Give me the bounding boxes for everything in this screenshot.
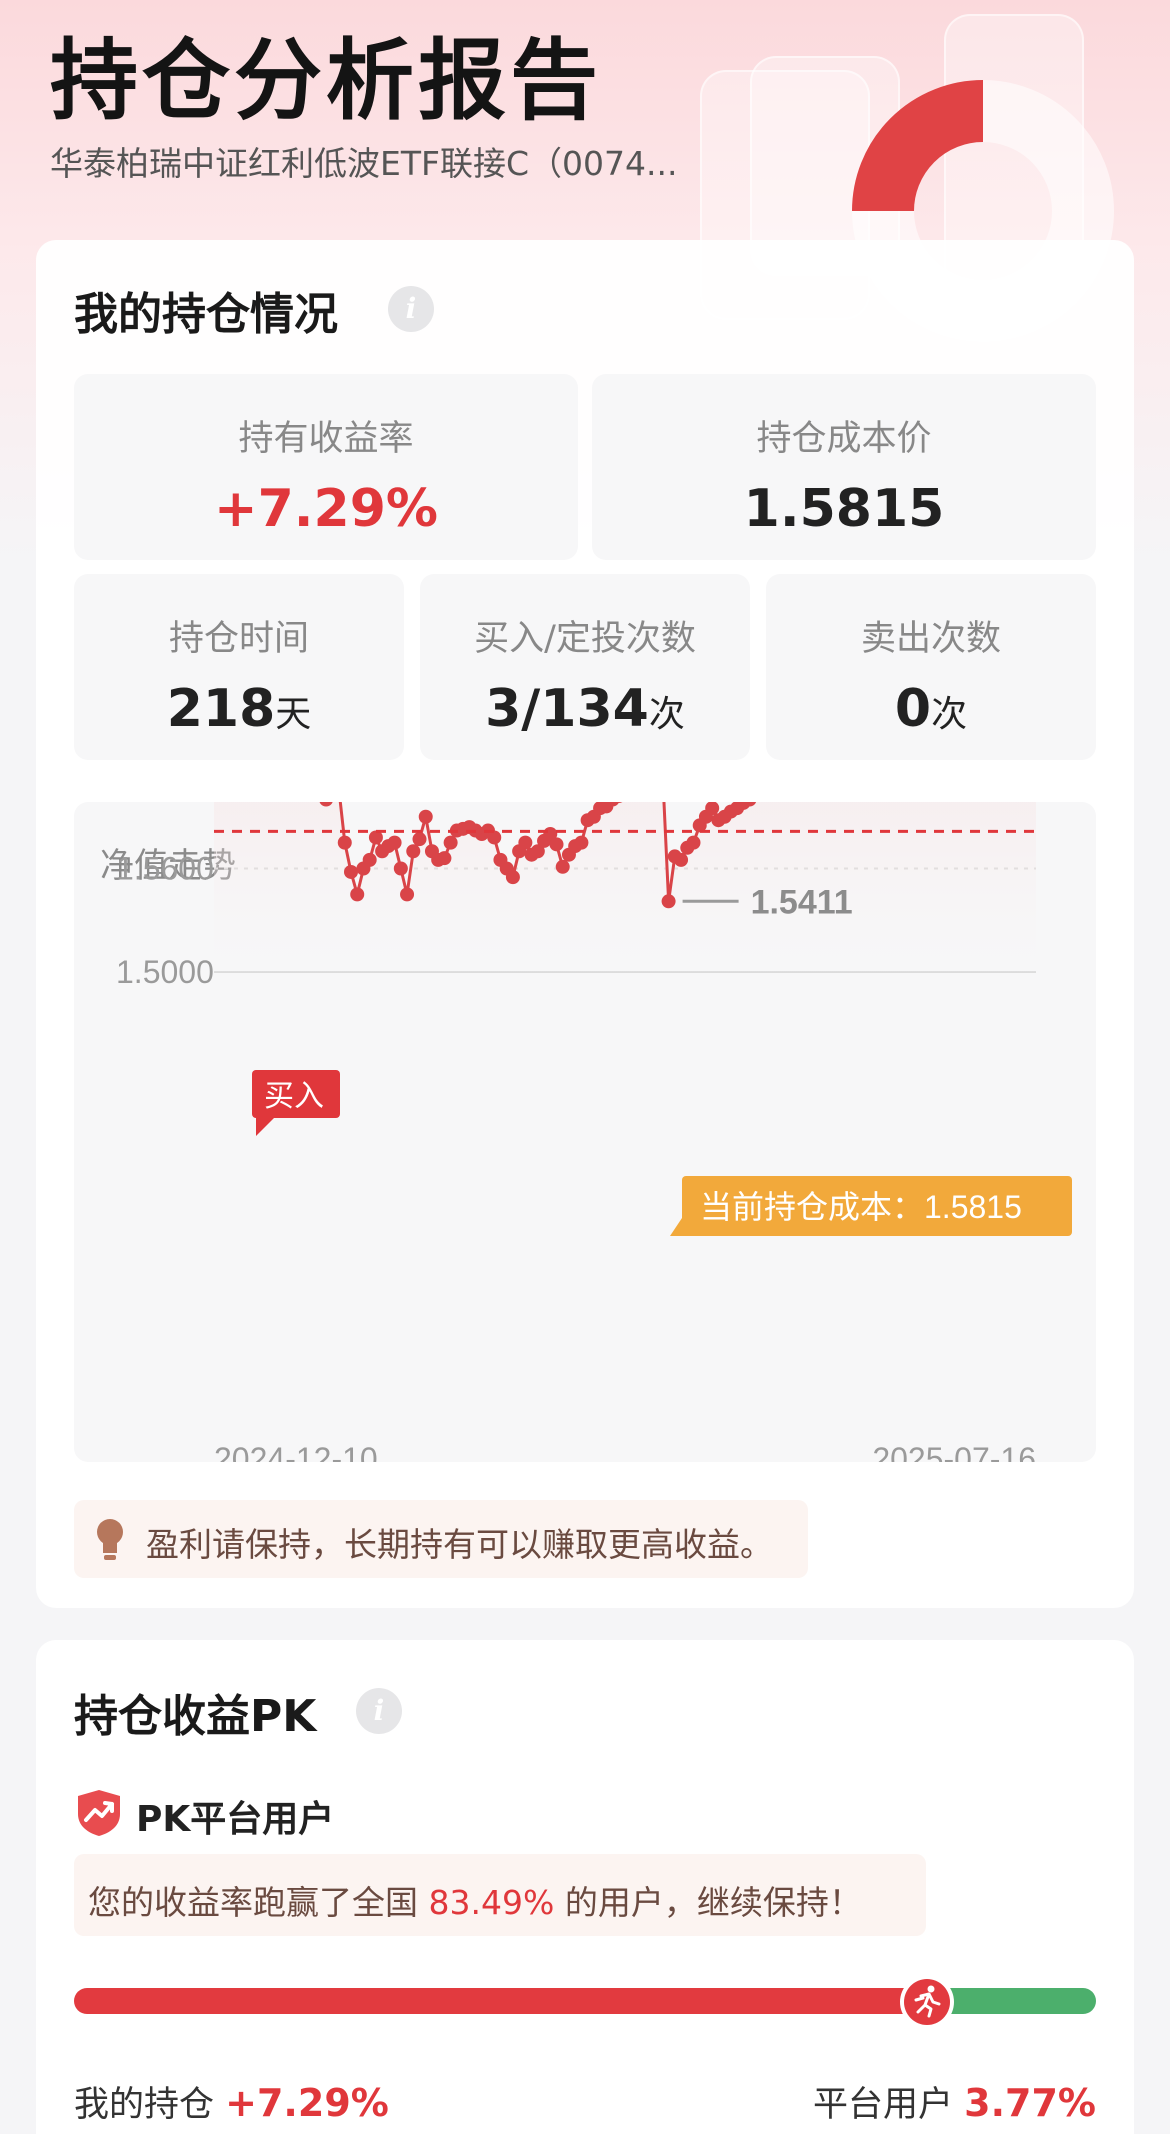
data-point <box>555 859 570 874</box>
data-point <box>686 835 701 850</box>
pk-message-prefix: 您的收益率跑赢了全国 <box>88 1883 418 1922</box>
data-point <box>661 894 676 909</box>
nav-chart-svg[interactable]: 1.74001.68001.62001.56001.5000当前持仓成本：1.5… <box>74 802 1096 1462</box>
cost-label: 当前持仓成本：1.5815 <box>700 1189 1022 1225</box>
holding-section-title: 我的持仓情况 <box>74 289 338 340</box>
pk-section-title: 持仓收益PK <box>74 1691 317 1742</box>
holding-days-unit: 天 <box>275 694 312 735</box>
data-point <box>350 887 365 902</box>
pk-my-label: 我的持仓 <box>74 2085 215 2125</box>
holding-card: 我的持仓情况 i 持有收益率 +7.29% 持仓成本价 1.5815 持仓时间 … <box>36 240 1134 1608</box>
data-point <box>406 844 421 859</box>
holding-days-label: 持仓时间 <box>168 619 309 659</box>
buy-marker-pointer <box>256 1118 274 1136</box>
hint-banner: 盈利请保持，长期持有可以赚取更高收益。 <box>74 1500 808 1578</box>
runner-icon <box>900 1975 954 2029</box>
pk-platform-summary: 平台用户 3.77% <box>813 2076 1096 2127</box>
buy-marker-label: 买入 <box>264 1080 324 1113</box>
x-end-label: 2025-07-16 <box>872 1441 1036 1462</box>
buy-count-label: 买入/定投次数 <box>474 619 696 659</box>
page-title: 持仓分析报告 <box>50 29 603 132</box>
shield-trend-icon <box>78 1790 120 1836</box>
data-point <box>362 852 377 867</box>
cost-price-value: 1.5815 <box>743 479 945 539</box>
min-label: 1.5411 <box>751 883 853 921</box>
return-rate-box: 持有收益率 +7.29% <box>74 374 578 560</box>
data-point <box>344 864 358 879</box>
cost-price-label: 持仓成本价 <box>756 419 932 459</box>
data-point <box>393 861 408 876</box>
info-icon[interactable]: i <box>356 1688 402 1734</box>
hint-text: 盈利请保持，长期持有可以赚取更高收益。 <box>146 1525 773 1564</box>
pk-platform-label: 平台用户 <box>813 2085 954 2125</box>
data-point <box>337 835 352 850</box>
data-point <box>400 887 415 902</box>
data-point <box>674 852 689 867</box>
pk-message-suffix: 的用户，继续保持！ <box>564 1883 862 1922</box>
info-icon[interactable]: i <box>388 286 434 332</box>
data-point <box>574 835 589 850</box>
buy-count-value: 3/134 <box>485 679 649 739</box>
data-point <box>443 835 458 850</box>
holding-days-value: 218 <box>166 679 276 739</box>
buy-count-unit: 次 <box>648 694 685 735</box>
data-point <box>518 835 533 850</box>
fund-name: 华泰柏瑞中证红利低波ETF联接C（0074... <box>50 144 678 183</box>
data-point <box>505 870 520 885</box>
pk-platform-value: 3.77% <box>964 2081 1096 2125</box>
x-start-label: 2024-12-10 <box>214 1441 378 1462</box>
data-point <box>387 835 402 850</box>
data-point <box>418 809 433 824</box>
pk-my-value: +7.29% <box>225 2081 389 2125</box>
data-point <box>437 851 452 866</box>
return-rate-value: +7.29% <box>214 479 438 539</box>
pk-message-percent: 83.49% <box>428 1883 555 1922</box>
pk-card: 持仓收益PK i PK平台用户 您的收益率跑赢了全国 83.49% 的用户，继续… <box>36 1640 1134 2134</box>
area-fill <box>214 802 1036 972</box>
lightbulb-icon <box>97 1519 123 1560</box>
buy-count-box: 买入/定投次数 3/134次 <box>420 574 750 760</box>
nav-chart: 净值走势 1.74001.68001.62001.56001.5000当前持仓成… <box>74 802 1096 1462</box>
sell-count-value: 0 <box>894 679 932 739</box>
pk-my-summary: 我的持仓 +7.29% <box>74 2076 389 2127</box>
y-tick-label: 1.5000 <box>116 954 214 990</box>
holding-days-box: 持仓时间 218天 <box>74 574 404 760</box>
sell-count-label: 卖出次数 <box>860 619 1001 659</box>
return-rate-label: 持有收益率 <box>238 419 414 459</box>
cost-price-box: 持仓成本价 1.5815 <box>592 374 1096 560</box>
y-tick-label: 1.5600 <box>116 851 214 887</box>
data-point <box>549 837 564 852</box>
pk-bar-my <box>74 1988 927 2014</box>
pk-badge-label: PK平台用户 <box>136 1799 335 1840</box>
sell-count-unit: 次 <box>931 694 968 735</box>
data-point <box>412 832 427 847</box>
pk-message: 您的收益率跑赢了全国 83.49% 的用户，继续保持！ <box>74 1854 926 1936</box>
sell-count-box: 卖出次数 0次 <box>766 574 1096 760</box>
